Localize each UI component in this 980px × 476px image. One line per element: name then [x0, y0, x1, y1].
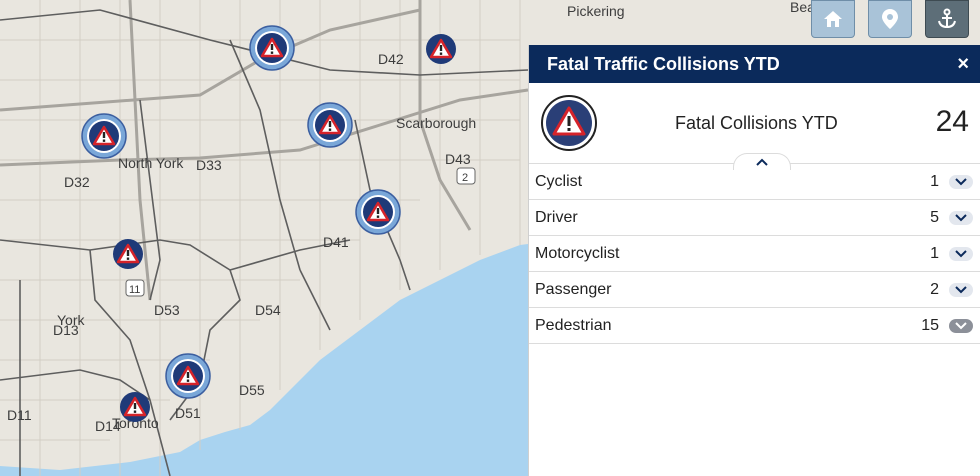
collision-marker[interactable] [165, 353, 211, 399]
chevron-down-icon[interactable] [949, 174, 973, 189]
division-label: D42 [378, 51, 404, 67]
panel-title: Fatal Traffic Collisions YTD [547, 53, 780, 74]
category-count: 15 [921, 316, 939, 334]
collision-marker[interactable] [249, 25, 295, 71]
collision-marker[interactable] [426, 34, 456, 64]
division-label: D32 [64, 174, 90, 190]
home-button[interactable] [811, 0, 855, 38]
summary-count: 24 [935, 105, 969, 138]
category-count: 2 [930, 280, 939, 298]
category-row-driver[interactable]: Driver 5 [529, 200, 980, 236]
map-pin-button[interactable] [868, 0, 912, 38]
chevron-up-icon [756, 158, 768, 166]
summary-label: Fatal Collisions YTD [675, 113, 838, 133]
chevron-down-icon[interactable] [949, 210, 973, 225]
place-label: Scarborough [396, 115, 476, 131]
panel-header: Fatal Traffic Collisions YTD × [529, 45, 980, 83]
collision-marker[interactable] [113, 239, 143, 269]
category-label: Pedestrian [535, 316, 612, 334]
summary-section: Fatal Collisions YTD 24 [529, 83, 980, 170]
category-row-passenger[interactable]: Passenger 2 [529, 272, 980, 308]
category-label: Cyclist [535, 172, 583, 190]
division-label: D55 [239, 382, 265, 398]
category-row-motorcyclist[interactable]: Motorcyclist 1 [529, 236, 980, 272]
warning-icon [541, 95, 597, 151]
collision-marker[interactable] [81, 113, 127, 159]
category-count: 1 [930, 244, 939, 262]
highway-shield: 2 [456, 167, 476, 185]
division-label: D51 [175, 405, 201, 421]
division-label: D41 [323, 234, 349, 250]
division-label: D53 [154, 302, 180, 318]
anchor-button[interactable] [925, 0, 969, 38]
map-pin-icon [882, 9, 898, 29]
chevron-down-icon[interactable] [949, 246, 973, 261]
division-label: D14 [95, 418, 121, 434]
highway-shield: 11 [125, 279, 145, 297]
division-label: D33 [196, 157, 222, 173]
category-list: Cyclist 1 Driver 5 Motorcyclist 1 Passen… [529, 164, 980, 344]
svg-text:11: 11 [129, 284, 140, 296]
category-row-pedestrian[interactable]: Pedestrian 15 [529, 308, 980, 344]
division-label: D13 [53, 322, 79, 338]
anchor-icon [938, 8, 956, 29]
svg-text:2: 2 [462, 172, 468, 184]
category-count: 1 [930, 172, 939, 190]
collision-marker[interactable] [355, 189, 401, 235]
place-label: North York [118, 155, 184, 171]
category-label: Passenger [535, 280, 612, 298]
close-button[interactable]: × [957, 53, 969, 76]
info-panel: Fatal Traffic Collisions YTD × Fatal Col… [528, 45, 980, 476]
home-icon [824, 11, 842, 27]
chevron-down-icon[interactable] [949, 282, 973, 297]
division-label: D54 [255, 302, 281, 318]
collapse-toggle[interactable] [733, 153, 791, 170]
category-label: Driver [535, 208, 578, 226]
category-label: Motorcyclist [535, 244, 620, 262]
place-label: Pickering [567, 3, 625, 19]
division-label: D43 [445, 151, 471, 167]
category-count: 5 [930, 208, 939, 226]
chevron-down-icon[interactable] [949, 318, 973, 333]
division-label: D11 [7, 407, 32, 423]
collision-marker[interactable] [307, 102, 353, 148]
collision-marker[interactable] [120, 392, 150, 422]
